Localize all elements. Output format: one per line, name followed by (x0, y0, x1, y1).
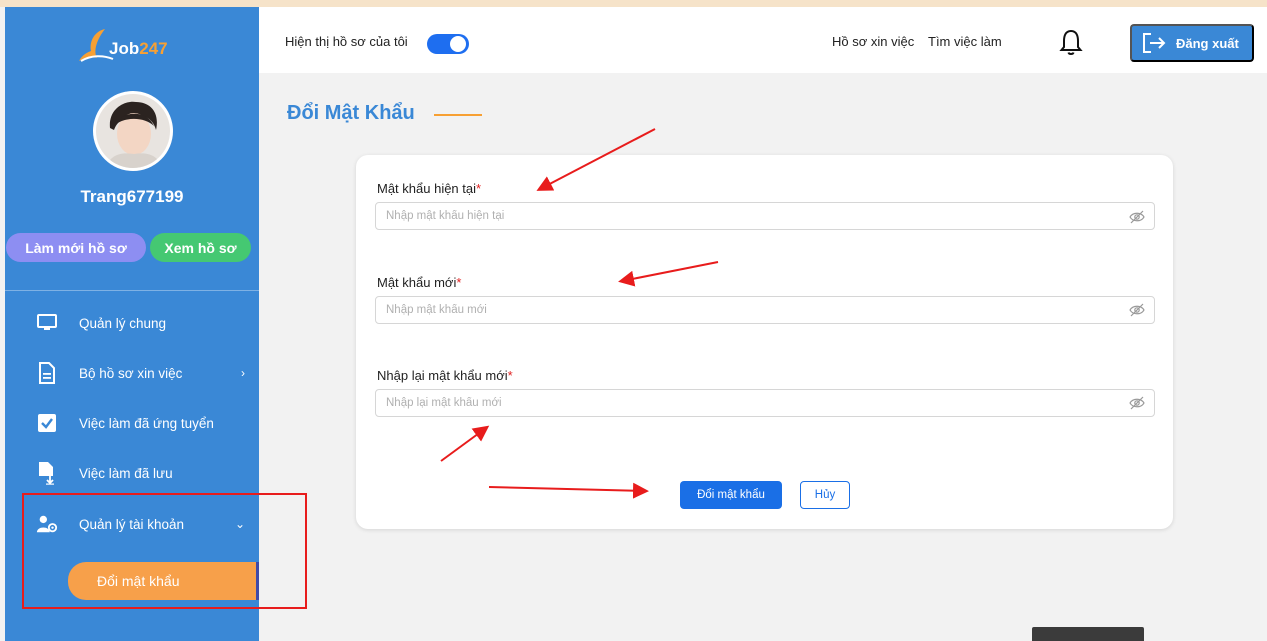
user-settings-icon (36, 513, 58, 535)
logout-button[interactable]: Đăng xuất (1130, 24, 1254, 62)
new-password-label: Mật khẩu mới* (377, 275, 462, 290)
document-icon (36, 362, 58, 384)
sidebar-divider (5, 290, 259, 291)
top-strip (0, 0, 1267, 7)
taskbar-fragment (1032, 627, 1144, 641)
username: Trang677199 (80, 187, 184, 206)
confirm-password-input[interactable] (375, 389, 1155, 417)
eye-slash-icon[interactable] (1129, 302, 1145, 318)
view-profile-button[interactable]: Xem hồ sơ (150, 233, 251, 262)
sidebar-item-label: Việc làm đã ứng tuyển (79, 415, 214, 431)
logout-icon (1143, 33, 1166, 53)
page-title: Đổi Mật Khẩu (287, 102, 415, 124)
file-download-icon (36, 462, 58, 485)
chevron-right-icon: › (241, 366, 245, 380)
eye-slash-icon[interactable] (1129, 209, 1145, 225)
bell-icon[interactable] (1059, 28, 1083, 56)
sidebar-item-applications[interactable]: Bộ hồ sơ xin việc › (5, 353, 259, 393)
monitor-icon (36, 312, 58, 334)
checkbox-icon (36, 412, 58, 434)
logout-label: Đăng xuất (1176, 35, 1239, 51)
sidebar-subitem-change-password[interactable]: Đổi mật khẩu (68, 562, 259, 600)
sidebar-item-label: Bộ hồ sơ xin việc (79, 365, 183, 381)
logo-text: Job247 (109, 39, 168, 58)
profile-visibility-label: Hiện thị hồ sơ của tôi (285, 34, 408, 49)
avatar-photo (96, 94, 170, 168)
nav-link-find-jobs[interactable]: Tìm việc làm (928, 34, 1002, 49)
nav-link-applications[interactable]: Hồ sơ xin việc (832, 34, 914, 49)
top-header: Hiện thị hồ sơ của tôi Hồ sơ xin việc Tì… (259, 7, 1267, 73)
sidebar-item-label: Việc làm đã lưu (79, 465, 173, 481)
sidebar-item-overview[interactable]: Quản lý chung (5, 303, 259, 343)
title-underline (434, 114, 482, 116)
sidebar: Job247 Trang677199 Làm mới hồ sơ Xem hồ … (5, 7, 259, 641)
logo[interactable]: Job247 (75, 25, 168, 65)
confirm-password-label: Nhập lại mật khẩu mới* (377, 368, 513, 383)
refresh-profile-button[interactable]: Làm mới hồ sơ (6, 233, 146, 262)
chevron-down-icon: ⌄ (234, 517, 245, 531)
sidebar-item-saved-jobs[interactable]: Việc làm đã lưu (5, 453, 259, 493)
sidebar-item-label: Quản lý chung (79, 315, 167, 331)
sidebar-item-account[interactable]: Quản lý tài khoản ⌄ (5, 504, 259, 544)
avatar[interactable] (93, 91, 173, 171)
change-password-button[interactable]: Đổi mật khẩu (680, 481, 782, 509)
cancel-button[interactable]: Hủy (800, 481, 850, 509)
new-password-input[interactable] (375, 296, 1155, 324)
current-password-input[interactable] (375, 202, 1155, 230)
sidebar-item-applied-jobs[interactable]: Việc làm đã ứng tuyển (5, 403, 259, 443)
sidebar-item-label: Quản lý tài khoản (79, 516, 185, 532)
toggle-knob (450, 36, 466, 52)
current-password-label: Mật khẩu hiện tại* (377, 181, 482, 196)
profile-visibility-toggle[interactable] (427, 34, 469, 54)
eye-slash-icon[interactable] (1129, 395, 1145, 411)
